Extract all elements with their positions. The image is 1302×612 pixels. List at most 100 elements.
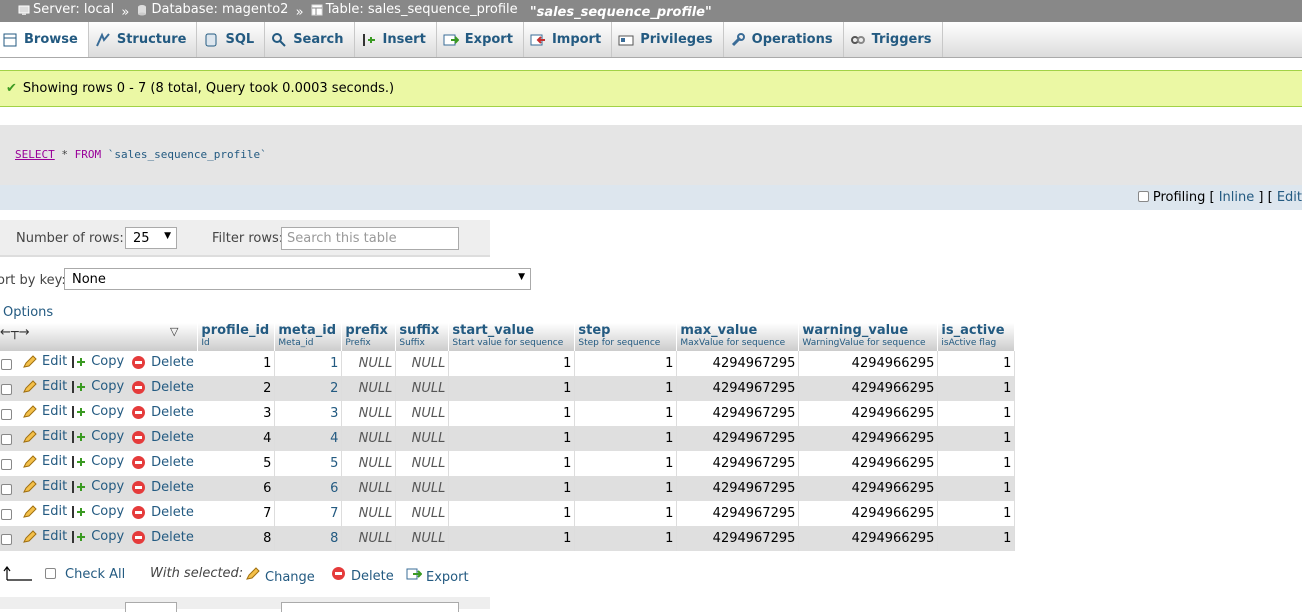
sort-triangle-icon[interactable]: ▽ — [170, 325, 178, 338]
copy-button[interactable]: Copy — [71, 429, 124, 444]
delete-button[interactable]: Delete — [128, 530, 194, 545]
sql-query-box[interactable]: SELECT * FROM `sales_sequence_profile` — [0, 125, 1302, 185]
tab-search[interactable]: Search — [265, 22, 355, 57]
cell-profile-id: 1 — [197, 351, 276, 376]
delete-button[interactable]: Delete — [128, 405, 194, 420]
copy-icon — [72, 380, 86, 393]
filter-input-bottom[interactable] — [281, 602, 459, 612]
row-checkbox[interactable] — [1, 433, 12, 445]
edit-button[interactable]: Edit — [22, 354, 67, 369]
breadcrumb-server[interactable]: Server: local — [18, 1, 114, 19]
wrench-icon — [731, 32, 745, 46]
copy-icon — [72, 405, 86, 418]
cell-meta-id[interactable]: 1 — [274, 351, 343, 376]
row-checkbox[interactable] — [1, 383, 12, 395]
row-checkbox[interactable] — [1, 508, 12, 520]
cell-meta-id[interactable]: 8 — [274, 526, 343, 551]
filter-input[interactable] — [281, 227, 459, 250]
delete-selected-button[interactable]: Delete — [328, 567, 394, 584]
edit-query-link[interactable]: Edit — [1277, 190, 1302, 205]
sql-keyword-from: FROM — [74, 148, 102, 161]
col-header-start-value[interactable]: start_value Start value for sequence — [448, 323, 576, 351]
navigation-box-bottom — [0, 597, 490, 612]
row-actions: Edit Copy Delete — [0, 426, 198, 451]
col-header-profile-id[interactable]: profile_id Id — [197, 323, 276, 351]
copy-button[interactable]: Copy — [71, 354, 124, 369]
col-header-warning-value[interactable]: warning_value WarningValue for sequence — [798, 323, 939, 351]
delete-icon — [132, 505, 146, 519]
breadcrumb-database[interactable]: Database: magento2 — [136, 1, 288, 19]
cell-meta-id[interactable]: 6 — [274, 476, 343, 501]
check-all-checkbox[interactable] — [45, 568, 56, 579]
col-header-meta-id[interactable]: meta_id Meta_id — [274, 323, 343, 351]
col-header-step[interactable]: step Step for sequence — [574, 323, 678, 351]
edit-button[interactable]: Edit — [22, 404, 67, 419]
results-table: ←┬→ ▽ profile_id Id meta_id Meta_id prefix… — [0, 323, 1016, 551]
col-header-suffix[interactable]: suffix Suffix — [395, 323, 450, 351]
row-checkbox[interactable] — [1, 458, 12, 470]
tab-browse[interactable]: Browse — [0, 22, 89, 57]
tab-export[interactable]: Export — [437, 22, 524, 57]
copy-button[interactable]: Copy — [71, 454, 124, 469]
row-checkbox[interactable] — [1, 408, 12, 420]
tab-insert[interactable]: Insert — [355, 22, 437, 57]
cell-meta-id[interactable]: 2 — [274, 376, 343, 401]
cell-start-value: 1 — [448, 376, 576, 401]
rows-select[interactable]: 25 ▼ — [125, 227, 177, 249]
col-header-is-active[interactable]: is_active isActive flag — [937, 323, 1016, 351]
cell-start-value: 1 — [448, 476, 576, 501]
copy-button[interactable]: Copy — [71, 479, 124, 494]
edit-button[interactable]: Edit — [22, 529, 67, 544]
table-row: Edit Copy Delete 8 8 NULL NULL 1 1 4294967295 4294… — [0, 526, 1016, 551]
cell-prefix: NULL — [341, 376, 397, 401]
export-selected-button[interactable]: Export — [406, 567, 469, 585]
tab-triggers[interactable]: Triggers — [844, 22, 943, 57]
column-arrows-icon[interactable]: ←┬→ — [0, 325, 30, 340]
tab-privileges[interactable]: Privileges — [612, 22, 724, 57]
profiling-checkbox[interactable] — [1137, 191, 1149, 202]
cell-suffix: NULL — [395, 501, 450, 526]
tab-import[interactable]: Import — [524, 22, 613, 57]
tab-operations[interactable]: Operations — [724, 22, 844, 57]
edit-button[interactable]: Edit — [22, 429, 67, 444]
rows-select-bottom[interactable] — [125, 602, 177, 612]
profiling-bar: Profiling [ Inline ] [ Edit — [0, 185, 1302, 210]
edit-button[interactable]: Edit — [22, 454, 67, 469]
copy-button[interactable]: Copy — [71, 379, 124, 394]
delete-button[interactable]: Delete — [128, 380, 194, 395]
cell-start-value: 1 — [448, 401, 576, 426]
options-link[interactable]: Options — [3, 305, 53, 320]
sql-keyword-select[interactable]: SELECT — [15, 148, 55, 161]
cell-meta-id[interactable]: 3 — [274, 401, 343, 426]
copy-button[interactable]: Copy — [71, 504, 124, 519]
delete-button[interactable]: Delete — [128, 505, 194, 520]
cell-meta-id[interactable]: 7 — [274, 501, 343, 526]
sort-by-key: ort by key: None ▼ — [0, 268, 540, 291]
delete-button[interactable]: Delete — [128, 430, 194, 445]
change-button[interactable]: Change — [245, 567, 315, 585]
col-header-prefix[interactable]: prefix Prefix — [341, 323, 397, 351]
tab-sql[interactable]: SQL — [197, 22, 266, 57]
copy-button[interactable]: Copy — [71, 404, 124, 419]
edit-button[interactable]: Edit — [22, 379, 67, 394]
row-checkbox[interactable] — [1, 358, 12, 370]
row-checkbox[interactable] — [1, 533, 12, 545]
sort-select[interactable]: None ▼ — [64, 268, 531, 290]
cell-meta-id[interactable]: 4 — [274, 426, 343, 451]
delete-button[interactable]: Delete — [128, 355, 194, 370]
check-all-link[interactable]: Check All — [65, 567, 125, 582]
tab-structure[interactable]: Structure — [89, 22, 198, 57]
col-header-max-value[interactable]: max_value MaxValue for sequence — [676, 323, 800, 351]
breadcrumb-table[interactable]: Table: sales_sequence_profile — [311, 1, 518, 19]
edit-button[interactable]: Edit — [22, 504, 67, 519]
delete-button[interactable]: Delete — [128, 480, 194, 495]
row-checkbox[interactable] — [1, 483, 12, 495]
delete-button[interactable]: Delete — [128, 455, 194, 470]
edit-button[interactable]: Edit — [22, 479, 67, 494]
navigation-box: Number of rows: 25 ▼ Filter rows: — [0, 220, 490, 257]
cell-meta-id[interactable]: 5 — [274, 451, 343, 476]
inline-link[interactable]: Inline — [1219, 190, 1255, 205]
import-icon — [530, 34, 545, 45]
copy-button[interactable]: Copy — [71, 529, 124, 544]
delete-icon — [132, 530, 146, 544]
